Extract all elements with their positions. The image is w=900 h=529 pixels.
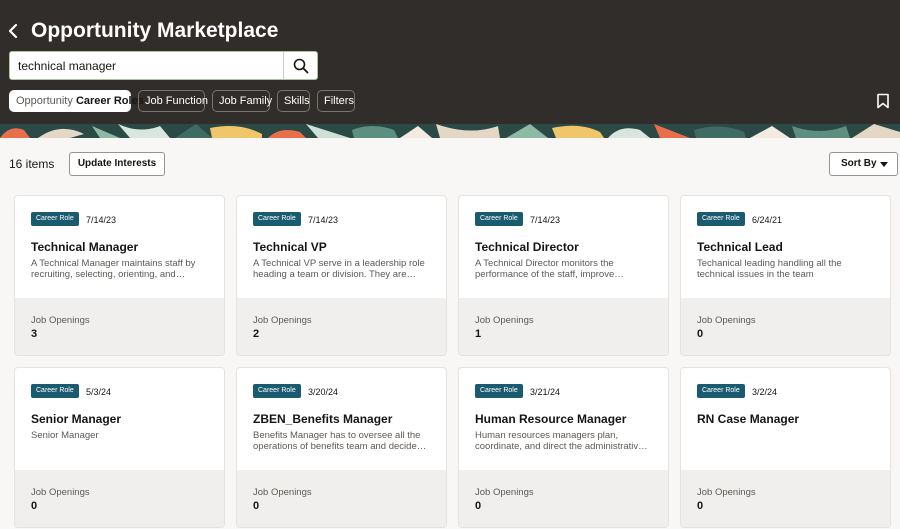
card-footer xyxy=(15,470,224,527)
career-role-badge: Career Role xyxy=(31,212,79,226)
opportunity-card[interactable]: Career Role 7/14/23 Technical Manager A … xyxy=(14,195,225,356)
page-title: Opportunity Marketplace xyxy=(31,19,279,42)
job-openings-count: 2 xyxy=(253,328,260,340)
card-date: 6/24/21 xyxy=(752,215,783,225)
card-title: ZBEN_Benefits Manager xyxy=(253,412,393,426)
job-openings-label: Job Openings xyxy=(697,487,756,498)
job-openings-label: Job Openings xyxy=(31,315,90,326)
chip-job-function[interactable]: Job Function xyxy=(138,90,208,112)
card-title: Technical Director xyxy=(475,240,579,254)
search-button[interactable] xyxy=(283,52,317,79)
search-box xyxy=(9,51,318,80)
chip-job-family[interactable]: Job Family xyxy=(212,90,272,112)
job-openings-count: 0 xyxy=(697,328,704,340)
card-date: 7/14/23 xyxy=(86,215,117,225)
opportunity-card[interactable]: Career Role 3/20/24 ZBEN_Benefits Manage… xyxy=(236,367,447,528)
sort-by-label: Sort By xyxy=(841,158,877,169)
job-openings-label: Job Openings xyxy=(697,315,756,326)
card-description: A Technical VP serve in a leadership rol… xyxy=(253,258,425,280)
job-openings-count: 0 xyxy=(697,500,704,512)
chip-opportunity-type[interactable]: Opportunity Career Roles xyxy=(9,90,144,112)
card-date: 3/20/24 xyxy=(308,387,339,397)
chip-value: Career Roles xyxy=(75,95,144,107)
page-header: Opportunity Marketplace Opportunity Care… xyxy=(0,0,900,138)
card-footer xyxy=(459,470,668,527)
job-openings-label: Job Openings xyxy=(31,487,90,498)
job-openings-count: 0 xyxy=(31,500,38,512)
card-description: A Technical Manager maintains staff by r… xyxy=(31,258,196,280)
job-openings-label: Job Openings xyxy=(475,315,534,326)
career-role-badge: Career Role xyxy=(475,212,523,226)
items-count: 16 items xyxy=(9,157,55,171)
card-description: A Technical Director monitors the perfor… xyxy=(475,258,624,280)
search-input[interactable] xyxy=(10,52,284,79)
career-role-badge: Career Role xyxy=(697,212,745,226)
card-footer xyxy=(237,470,446,527)
job-openings-count: 0 xyxy=(253,500,260,512)
opportunity-card[interactable]: Career Role 5/3/24 Senior Manager Senior… xyxy=(14,367,225,528)
card-title: Human Resource Manager xyxy=(475,412,627,426)
job-openings-label: Job Openings xyxy=(253,487,312,498)
job-openings-label: Job Openings xyxy=(253,315,312,326)
card-title: Technical Manager xyxy=(31,240,139,254)
header-banner-illustration xyxy=(0,124,900,138)
bookmark-button[interactable] xyxy=(876,93,890,109)
search-icon xyxy=(293,58,308,73)
card-date: 3/2/24 xyxy=(752,387,778,397)
opportunity-card[interactable]: Career Role 7/14/23 Technical Director A… xyxy=(458,195,669,356)
card-title: RN Case Manager xyxy=(697,412,800,426)
card-description: Senior Manager xyxy=(31,430,99,441)
card-footer xyxy=(459,298,668,355)
opportunity-card[interactable]: Career Role 7/14/23 Technical VP A Techn… xyxy=(236,195,447,356)
card-date: 3/21/24 xyxy=(530,387,561,397)
card-title: Technical Lead xyxy=(697,240,783,254)
card-date: 7/14/23 xyxy=(308,215,339,225)
card-date: 5/3/24 xyxy=(86,387,112,397)
card-description: Human resources managers plan, coordinat… xyxy=(475,430,648,452)
chip-prefix: Opportunity xyxy=(16,95,73,107)
chevron-left-icon xyxy=(8,23,18,39)
card-footer xyxy=(237,298,446,355)
card-footer xyxy=(681,298,890,355)
career-role-badge: Career Role xyxy=(253,212,301,226)
career-role-badge: Career Role xyxy=(31,384,79,398)
chip-filters[interactable]: Filters xyxy=(317,90,355,112)
card-date: 7/14/23 xyxy=(530,215,561,225)
card-footer xyxy=(15,298,224,355)
card-description: Benefits Manager has to oversee all the … xyxy=(253,430,427,452)
back-button[interactable] xyxy=(5,20,23,42)
card-description: Techanical leading handling all the tech… xyxy=(697,258,842,280)
job-openings-count: 3 xyxy=(31,328,38,340)
bookmark-icon xyxy=(877,93,889,109)
caret-down-icon xyxy=(880,162,888,167)
update-interests-button[interactable]: Update Interests xyxy=(69,152,165,176)
career-role-badge: Career Role xyxy=(253,384,301,398)
job-openings-label: Job Openings xyxy=(475,487,534,498)
opportunity-card[interactable]: Career Role 3/2/24 RN Case Manager Job O… xyxy=(680,367,891,528)
career-role-badge: Career Role xyxy=(475,384,523,398)
career-role-badge: Career Role xyxy=(697,384,745,398)
sort-by-button[interactable]: Sort By xyxy=(829,152,898,176)
card-title: Technical VP xyxy=(253,240,327,254)
opportunity-card[interactable]: Career Role 3/21/24 Human Resource Manag… xyxy=(458,367,669,528)
card-description xyxy=(697,430,879,441)
job-openings-count: 1 xyxy=(475,328,482,340)
chip-skills[interactable]: Skills xyxy=(277,90,310,112)
card-footer xyxy=(681,470,890,527)
job-openings-count: 0 xyxy=(475,500,482,512)
card-title: Senior Manager xyxy=(31,412,122,426)
opportunity-card[interactable]: Career Role 6/24/21 Technical Lead Techa… xyxy=(680,195,891,356)
